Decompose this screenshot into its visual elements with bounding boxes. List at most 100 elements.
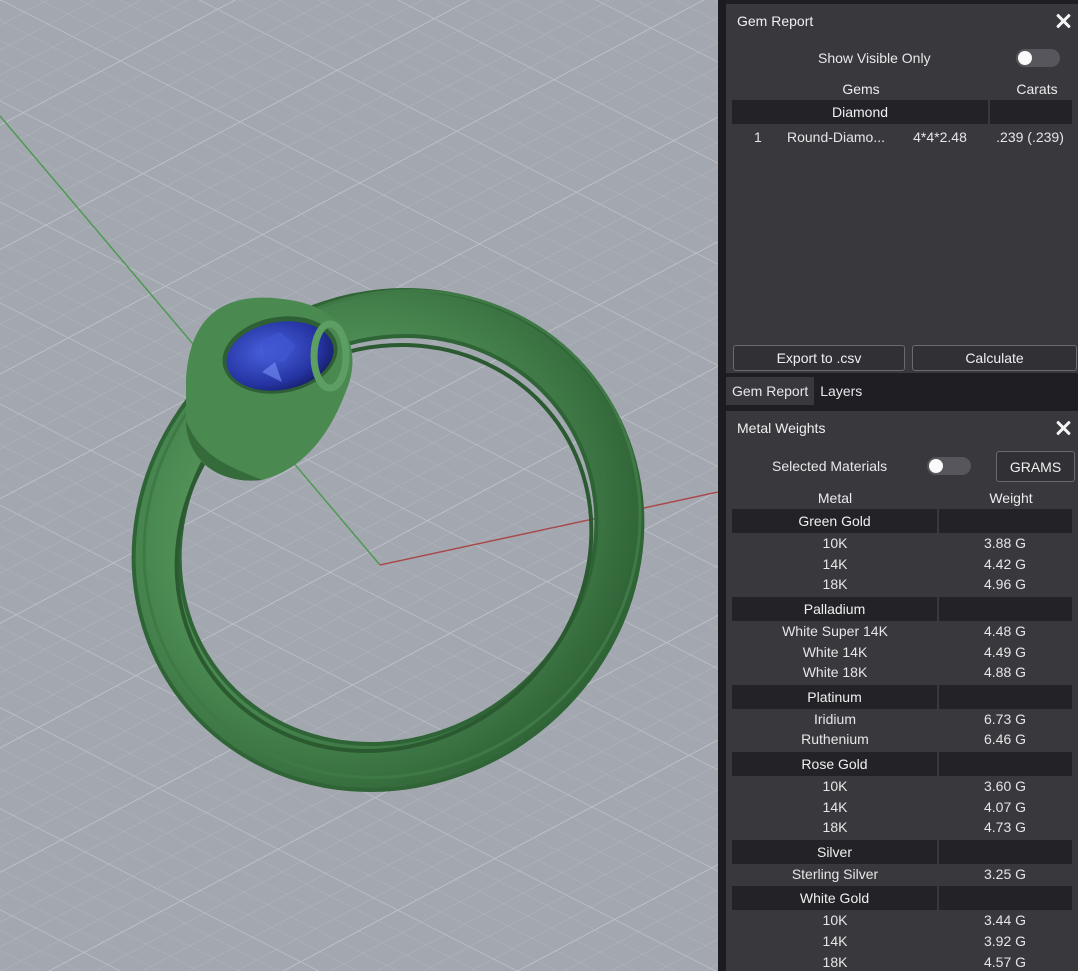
metal-name: White 18K — [802, 664, 868, 681]
gem-column-headers: Gems Carats — [726, 78, 1078, 100]
metal-weight: 4.96 G — [983, 576, 1027, 593]
metal-weight: 4.48 G — [983, 623, 1027, 640]
panel-splitter[interactable] — [718, 0, 726, 971]
metal-row[interactable]: 10K 3.60 G — [732, 776, 1072, 797]
metal-weight: 3.60 G — [983, 778, 1027, 795]
metal-group-row: Green Gold — [732, 509, 1072, 533]
gem-group-row: Diamond — [732, 100, 1072, 124]
metal-name: Sterling Silver — [791, 865, 879, 882]
metal-group-row: Platinum — [732, 684, 1072, 709]
metal-weight: 6.73 G — [983, 710, 1027, 727]
metal-name: 10K — [822, 912, 848, 929]
export-csv-button[interactable]: Export to .csv — [733, 345, 905, 371]
toggle-knob — [929, 459, 943, 473]
metal-row[interactable]: 18K 4.57 G — [732, 951, 1072, 971]
show-visible-only-toggle[interactable] — [1016, 49, 1060, 67]
metal-row[interactable]: 14K 4.07 G — [732, 796, 1072, 817]
metal-group-row: Silver — [732, 839, 1072, 864]
gem-carats: .239 (.239) — [996, 129, 1064, 145]
metal-weights-panel: Metal Weights Selected Materials GRAMS M… — [726, 411, 1078, 971]
metal-group-name: Silver — [732, 839, 937, 864]
close-icon[interactable] — [1054, 12, 1072, 30]
metal-group-blank — [939, 751, 1072, 776]
metal-row[interactable]: 10K 3.88 G — [732, 533, 1072, 554]
metal-name: 18K — [822, 576, 848, 593]
tab-layers[interactable]: Layers — [814, 377, 868, 405]
metal-weight: 4.49 G — [983, 643, 1027, 660]
metal-row[interactable]: White Super 14K 4.48 G — [732, 621, 1072, 642]
gem-name: Round-Diamo... — [786, 129, 886, 145]
metal-group-name: Rose Gold — [732, 751, 937, 776]
weight-column-header: Weight — [989, 490, 1033, 506]
metal-name: Ruthenium — [801, 731, 869, 748]
metal-row[interactable]: 10K 3.44 G — [732, 910, 1072, 931]
gem-report-header: Gem Report — [726, 4, 1078, 38]
metal-group-blank — [939, 596, 1072, 621]
selected-materials-toggle[interactable] — [927, 457, 971, 475]
metal-weight: 3.25 G — [983, 865, 1027, 882]
metal-name: 14K — [822, 555, 848, 572]
metal-weight: 4.73 G — [983, 819, 1027, 836]
metal-row[interactable]: Iridium 6.73 G — [732, 709, 1072, 730]
metal-group-blank — [939, 839, 1072, 864]
metal-group-name: Platinum — [732, 684, 937, 709]
metal-row[interactable]: 14K 4.42 G — [732, 554, 1072, 575]
gem-row[interactable]: 1 Round-Diamo... 4*4*2.48 .239 (.239) — [726, 124, 1078, 150]
metal-weight: 4.57 G — [983, 953, 1027, 970]
show-visible-only-label: Show Visible Only — [818, 50, 931, 66]
metal-column-headers: Metal Weight — [726, 489, 1078, 507]
metal-row[interactable]: 18K 4.73 G — [732, 817, 1072, 838]
metal-weight: 3.44 G — [983, 912, 1027, 929]
metal-group-row: Palladium — [732, 596, 1072, 621]
metal-list: Green Gold 10K 3.88 G 14K 4.42 G 18K 4.96 G Pal… — [726, 509, 1078, 971]
metal-group-row: White Gold — [732, 886, 1072, 911]
selected-materials-row: Selected Materials GRAMS — [726, 445, 1078, 487]
metal-name: 14K — [822, 798, 848, 815]
metal-name: 10K — [822, 535, 848, 552]
3d-viewport[interactable] — [0, 0, 718, 971]
metal-column-header: Metal — [817, 490, 853, 506]
gem-index: 1 — [754, 129, 762, 145]
selected-materials-label: Selected Materials — [772, 458, 888, 474]
metal-group-name: White Gold — [732, 886, 937, 911]
metal-row[interactable]: Ruthenium 6.46 G — [732, 729, 1072, 750]
metal-group-blank — [939, 886, 1072, 911]
metal-weights-header: Metal Weights — [726, 411, 1078, 445]
metal-weight: 3.88 G — [983, 535, 1027, 552]
metal-weight: 4.07 G — [983, 798, 1027, 815]
toggle-knob — [1018, 51, 1032, 65]
calculate-button[interactable]: Calculate — [912, 345, 1077, 371]
metal-weight: 6.46 G — [983, 731, 1027, 748]
metal-group-blank — [939, 509, 1072, 533]
metal-name: White Super 14K — [782, 623, 888, 640]
carats-column-header: Carats — [1016, 81, 1058, 97]
metal-row[interactable]: White 14K 4.49 G — [732, 641, 1072, 662]
metal-group-name: Palladium — [732, 596, 937, 621]
gem-size: 4*4*2.48 — [913, 129, 967, 145]
panel-tabs: Gem Report Layers — [726, 377, 1078, 405]
metal-name: 14K — [822, 933, 848, 950]
metal-name: 18K — [822, 953, 848, 970]
metal-weight: 4.42 G — [983, 555, 1027, 572]
metal-row[interactable]: White 18K 4.88 G — [732, 662, 1072, 683]
metal-name: Iridium — [813, 710, 856, 727]
metal-group-name: Green Gold — [732, 509, 937, 533]
metal-row[interactable]: 14K 3.92 G — [732, 931, 1072, 952]
metal-name: 18K — [822, 819, 848, 836]
gems-column-header: Gems — [842, 81, 880, 97]
metal-name: White 14K — [802, 643, 868, 660]
close-icon[interactable] — [1054, 419, 1072, 437]
metal-group-row: Rose Gold — [732, 751, 1072, 776]
metal-weights-title: Metal Weights — [737, 420, 826, 436]
units-button[interactable]: GRAMS — [996, 451, 1075, 482]
tab-gem-report[interactable]: Gem Report — [726, 377, 815, 405]
metal-row[interactable]: 18K 4.96 G — [732, 574, 1072, 595]
metal-row[interactable]: Sterling Silver 3.25 G — [732, 864, 1072, 885]
metal-weight: 3.92 G — [983, 933, 1027, 950]
gem-report-panel: Gem Report Show Visible Only Gems Carats… — [726, 4, 1078, 373]
gem-group-blank — [990, 100, 1072, 124]
show-visible-only-row: Show Visible Only — [726, 38, 1078, 78]
metal-group-blank — [939, 684, 1072, 709]
gem-group-name: Diamond — [732, 100, 988, 124]
viewport-canvas — [0, 0, 718, 971]
